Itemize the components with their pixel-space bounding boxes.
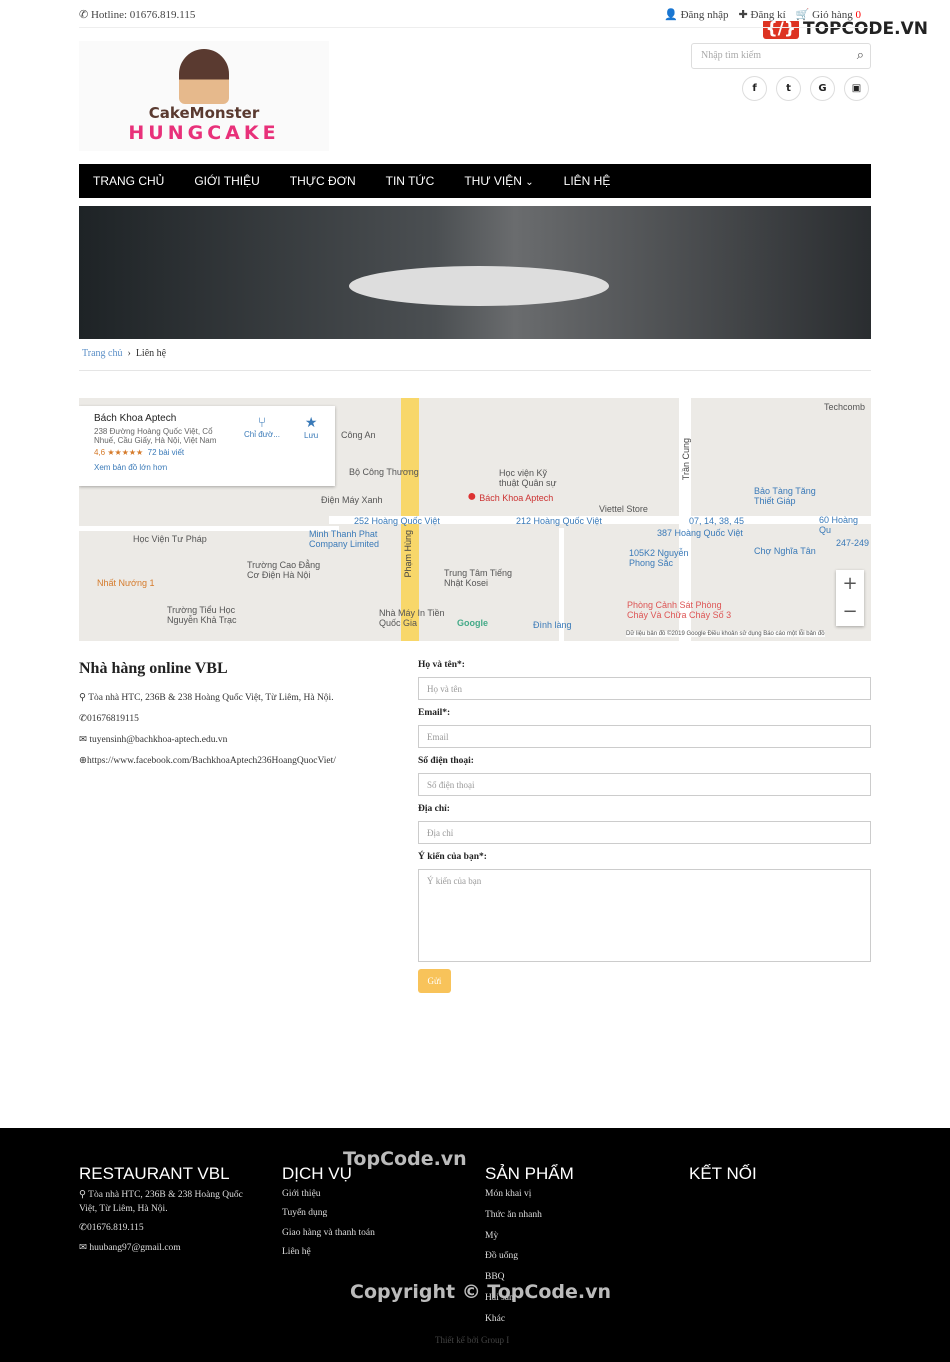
nav-menu[interactable]: THỰC ĐƠN <box>290 174 356 188</box>
larger-map-link[interactable]: Xem bản đồ lớn hơn <box>94 463 320 472</box>
contact-address: ⚲ Tòa nhà HTC, 236B & 238 Hoàng Quốc Việ… <box>79 693 334 703</box>
breadcrumb-home[interactable]: Trang chủ <box>82 348 122 359</box>
login-link[interactable]: 👤 Đăng nhập <box>664 8 728 21</box>
footer-link[interactable]: Liên hệ <box>282 1247 311 1257</box>
footer-link[interactable]: Món khai vị <box>485 1189 531 1199</box>
nav-home[interactable]: TRANG CHỦ <box>93 174 164 188</box>
watermark: TopCode.vn <box>343 1148 467 1170</box>
map-label-tran-cung: Trần Cung <box>681 438 691 481</box>
banner-image <box>79 206 871 339</box>
save-button[interactable]: ★ Lưu <box>304 414 318 440</box>
food-plate <box>349 266 609 306</box>
directions-icon: ⑂ <box>257 414 267 430</box>
reviews-link[interactable]: 72 bài viết <box>148 448 184 457</box>
main-nav: TRANG CHỦ GIỚI THIỆU THỰC ĐƠN TIN TỨC TH… <box>79 164 871 198</box>
submit-button[interactable]: Gửi <box>418 969 451 993</box>
phone-input[interactable]: Số điện thoại <box>418 773 871 796</box>
contact-web: ⊕https://www.facebook.com/BachkhoaAptech… <box>79 756 336 766</box>
footer-link[interactable]: Giới thiệu <box>282 1189 321 1199</box>
search-input[interactable]: Nhập tìm kiếm ⌕ <box>691 43 871 69</box>
logo[interactable]: CakeMonster HUNGCAKE <box>79 41 329 151</box>
address-input[interactable]: Địa chỉ <box>418 821 871 844</box>
footer-link[interactable]: Khác <box>485 1314 505 1324</box>
footer-link[interactable]: Tuyển dụng <box>282 1208 327 1218</box>
map-marker-icon: ⚲ <box>79 693 86 703</box>
map-label-pham-hung: Phạm Hùng <box>403 530 413 578</box>
twitter-icon[interactable]: t <box>776 76 801 101</box>
nav-contact[interactable]: LIÊN HỆ <box>564 174 611 188</box>
watermark: Copyright © TopCode.vn <box>350 1281 612 1303</box>
footer-link[interactable]: Đồ uống <box>485 1251 518 1261</box>
youtube-icon[interactable]: ▣ <box>844 76 869 101</box>
map-place-card: Bách Khoa Aptech 238 Đường Hoàng Quốc Vi… <box>79 406 335 486</box>
footer-link[interactable]: Giao hàng và thanh toán <box>282 1228 375 1238</box>
envelope-icon: ✉ <box>79 735 87 745</box>
register-link[interactable]: ✚ Đăng kí <box>739 8 786 21</box>
google-icon[interactable]: G <box>810 76 835 101</box>
google-map[interactable]: Phạm Hùng Trần Cung Công An Bộ Công Thươ… <box>79 398 871 641</box>
phone-icon: ✆ <box>79 714 87 724</box>
contact-email: ✉ tuyensinh@bachkhoa-aptech.edu.vn <box>79 735 228 745</box>
nav-gallery[interactable]: THƯ VIỆN ⌄ <box>464 174 533 188</box>
chevron-down-icon: ⌄ <box>525 177 534 188</box>
top-bar: ✆ Hotline: 01676.819.115 👤 Đăng nhập ✚ Đ… <box>79 0 871 28</box>
map-pin[interactable]: ● Bách Khoa Aptech <box>467 488 553 506</box>
zoom-controls[interactable]: + − <box>836 570 864 626</box>
divider <box>79 370 871 371</box>
contact-title: Nhà hàng online VBL <box>79 660 228 677</box>
facebook-icon[interactable]: f <box>742 76 767 101</box>
hotline: ✆ Hotline: 01676.819.115 <box>79 9 196 21</box>
footer: RESTAURANT VBL ⚲ Tòa nhà HTC, 236B & 238… <box>0 1128 950 1362</box>
cupcake-icon <box>179 49 229 104</box>
globe-icon: ⊕ <box>79 756 87 766</box>
name-input[interactable]: Họ và tên <box>418 677 871 700</box>
star-icon: ★ <box>304 414 318 430</box>
contact-phone: ✆01676819115 <box>79 714 139 724</box>
breadcrumb: Trang chủ › Liên hệ <box>82 348 167 359</box>
search-icon[interactable]: ⌕ <box>857 47 864 63</box>
directions-button[interactable]: ⑂ Chỉ đườ... <box>244 414 280 439</box>
nav-about[interactable]: GIỚI THIỆU <box>194 174 259 188</box>
cart-link[interactable]: 🛒 Giỏ hàng 0 <box>796 8 861 21</box>
footer-link[interactable]: Thức ăn nhanh <box>485 1210 542 1220</box>
nav-news[interactable]: TIN TỨC <box>386 174 435 188</box>
email-input[interactable]: Email <box>418 725 871 748</box>
footer-link[interactable]: Mỳ <box>485 1231 498 1241</box>
message-textarea[interactable]: Ý kiến của bạn <box>418 869 871 962</box>
